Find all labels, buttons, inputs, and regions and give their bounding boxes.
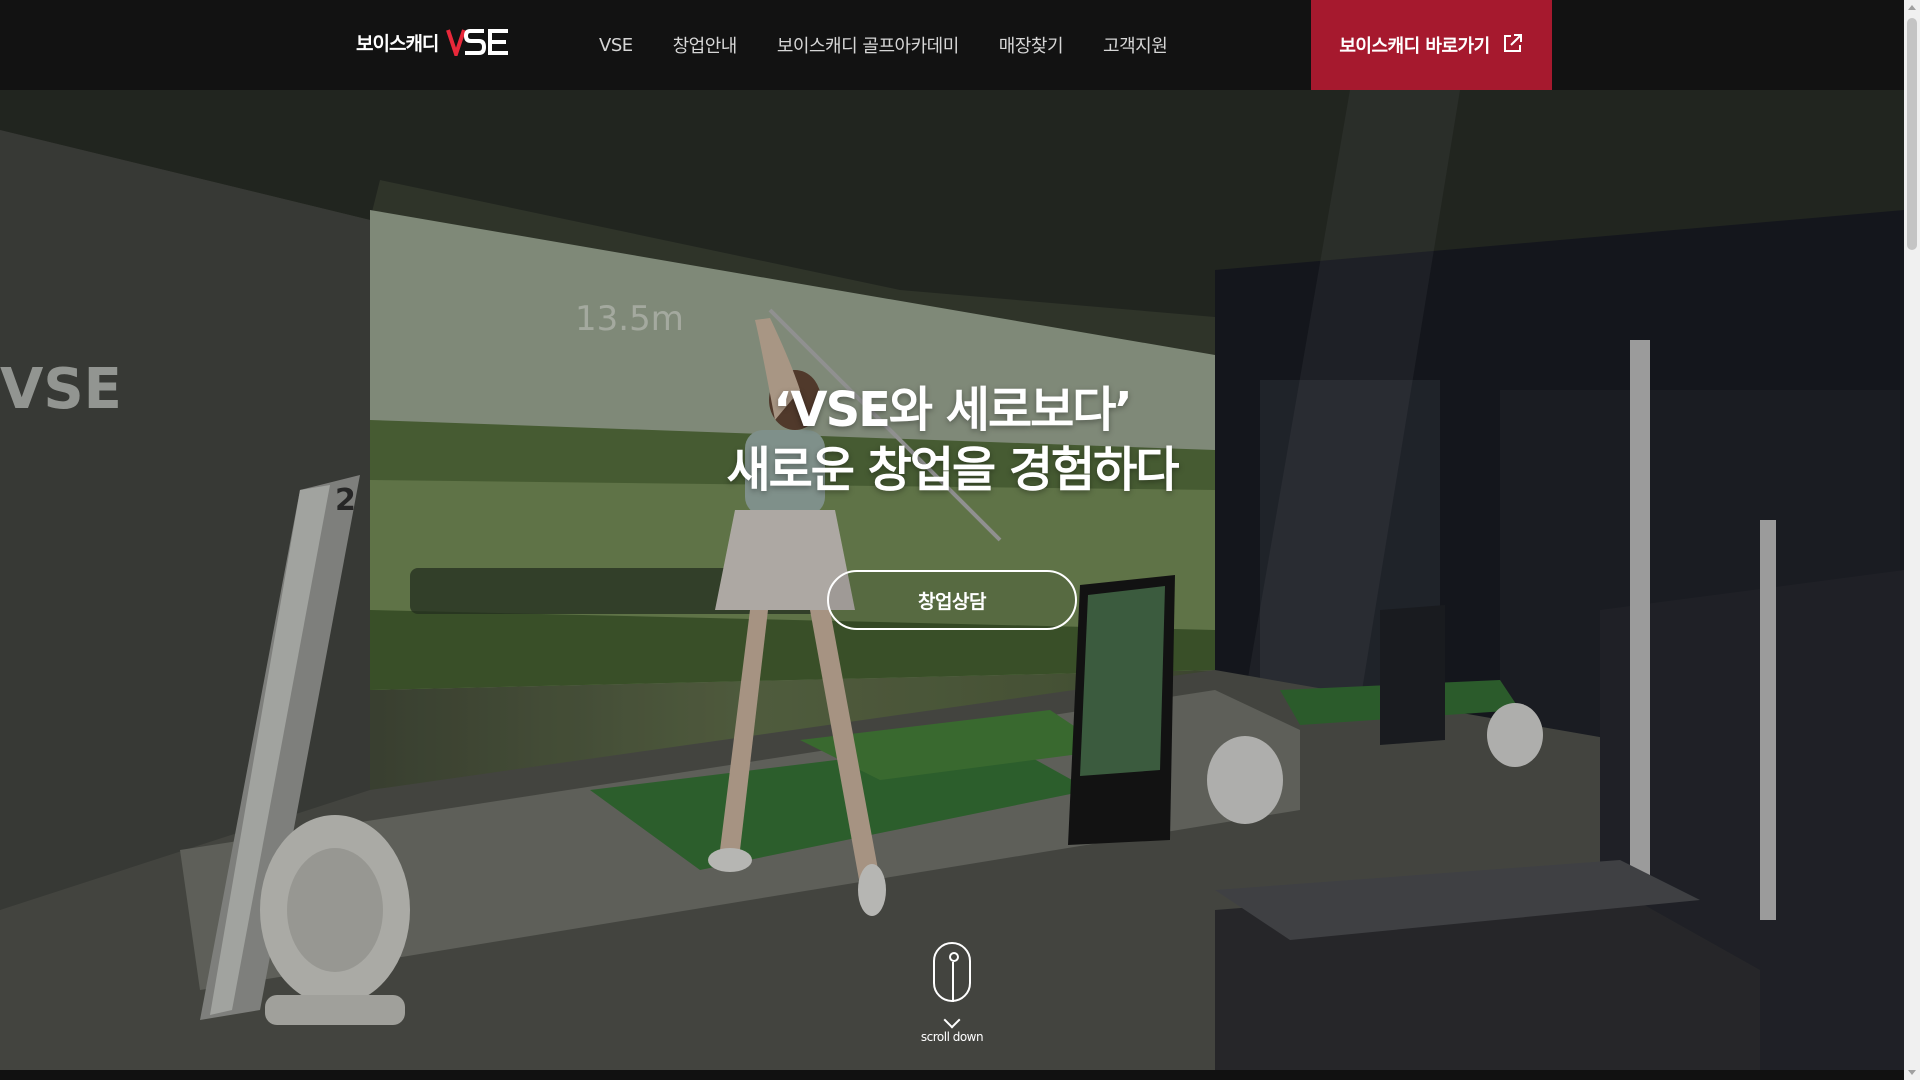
- vse-logo-mark: [446, 28, 510, 56]
- scroll-down-label: scroll down: [920, 1030, 984, 1044]
- scrollbar-thumb[interactable]: [1907, 18, 1917, 250]
- mouse-icon: [933, 942, 971, 1002]
- hero-headline-line2: 새로운 창업을 경험하다: [726, 442, 1179, 498]
- logo-text: 보이스캐디: [356, 33, 439, 55]
- nav-item-vse[interactable]: VSE: [599, 35, 633, 56]
- external-link-icon: [1502, 32, 1524, 58]
- site-header: 보이스캐디 VSE 창업안내 보이스캐디 골프아카데미 매장찾기 고객지원 보이…: [0, 0, 1904, 90]
- startup-consult-button[interactable]: 창업상담: [827, 570, 1077, 630]
- scroll-down-arrow-icon[interactable]: [1908, 1070, 1916, 1075]
- brand-logo[interactable]: 보이스캐디: [356, 28, 510, 56]
- scroll-down-indicator[interactable]: scroll down: [902, 942, 1002, 1044]
- main-nav: VSE 창업안내 보이스캐디 골프아카데미 매장찾기 고객지원: [599, 0, 1168, 90]
- voicecaddie-link-label: 보이스캐디 바로가기: [1339, 36, 1490, 57]
- page-scrollbar[interactable]: [1904, 0, 1920, 1080]
- voicecaddie-link-button[interactable]: 보이스캐디 바로가기: [1311, 0, 1552, 90]
- nav-item-golf-academy[interactable]: 보이스캐디 골프아카데미: [777, 32, 959, 58]
- nav-item-store-finder[interactable]: 매장찾기: [999, 32, 1064, 58]
- nav-item-customer-support[interactable]: 고객지원: [1103, 32, 1168, 58]
- hero-headline-line1: ‘VSE와 세로보다’: [773, 382, 1132, 438]
- nav-item-startup-guide[interactable]: 창업안내: [673, 32, 738, 58]
- hero-section: 13.5m VSE 2 ‘VSE와 세로보다’ 새로운 창업을 경험하다 창업상…: [0, 90, 1904, 1070]
- chevron-down-icon: [943, 1011, 961, 1029]
- scroll-up-arrow-icon[interactable]: [1908, 5, 1916, 10]
